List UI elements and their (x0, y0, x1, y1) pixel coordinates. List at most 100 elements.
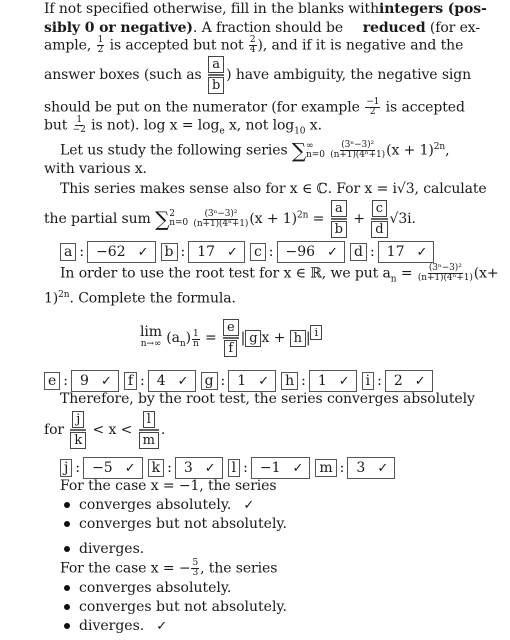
answer-field-b[interactable]: 17 ✓ (188, 241, 245, 263)
answers-row-efghi: e: 9 ✓ f: 4 ✓ g: 1 ✓ h: 1 ✓ i: 2 ✓ (44, 370, 435, 392)
bullet-icon (64, 604, 70, 610)
answer-field-h[interactable]: 1 ✓ (308, 370, 357, 392)
answer-field-k[interactable]: 3 ✓ (174, 457, 223, 479)
text: In order to use the root test for x ∈ ℝ,… (60, 265, 391, 282)
check-icon: ✓ (327, 244, 338, 260)
answer-fraction-jk: jk (70, 411, 87, 449)
denominator: −2 (72, 125, 86, 135)
answer-box-g: g (245, 330, 262, 347)
text: is accepted (385, 99, 465, 116)
check-icon: ✓ (243, 498, 255, 513)
case1-option-diverges[interactable]: diverges. (64, 540, 156, 559)
text: ), and if it is negative and the (257, 37, 464, 54)
root-test-line-1: In order to use the root test for x ∈ ℝ,… (60, 264, 499, 288)
answer-field-i[interactable]: 2 ✓ (384, 370, 433, 392)
answer-field-f[interactable]: 4 ✓ (147, 370, 196, 392)
answer-field-l[interactable]: −1 ✓ (250, 457, 311, 479)
answer-fraction-lm: lm (138, 411, 159, 449)
check-icon: ✓ (377, 460, 389, 476)
check-icon: ✓ (414, 373, 426, 389)
text: ) (185, 330, 191, 346)
series-term-fraction: (3ⁿ−3)² (n+1)(4ⁿ+1) (193, 208, 248, 229)
case1-option-converges-absolutely[interactable]: converges absolutely. ✓ (64, 496, 254, 515)
text: (a (166, 330, 180, 346)
case2-option-converges-conditionally[interactable]: converges but not absolutely. (64, 598, 299, 617)
sigma-symbol: ∑ (155, 207, 170, 231)
answer-label-m: m (315, 459, 337, 477)
answer-field-d[interactable]: 17 ✓ (377, 241, 435, 263)
fraction-bar (222, 337, 239, 339)
text: 1) (44, 290, 59, 307)
text: is not). log x = log (91, 117, 220, 134)
answer-box-f: f (224, 340, 238, 357)
answers-row-abcd: a: −62 ✓ b: 17 ✓ c: −96 ✓ d: 17 ✓ (60, 241, 436, 263)
case2-option-diverges[interactable]: diverges. ✓ (64, 617, 167, 636)
answer-value: 4 (156, 373, 166, 389)
answer-field-c[interactable]: −96 ✓ (276, 241, 345, 263)
bold-text: sibly 0 or negative) (44, 20, 193, 36)
power-fraction: 1n (191, 330, 200, 350)
case2-option-converges-absolutely[interactable]: converges absolutely. (64, 579, 243, 598)
check-icon: ✓ (292, 460, 304, 476)
text: x + (261, 330, 286, 346)
answer-field-m[interactable]: 3 ✓ (347, 457, 396, 479)
answer-label-a: a (60, 243, 77, 261)
text: For the case x = − (60, 560, 191, 577)
answer-value: −62 (96, 244, 126, 260)
option-label: converges absolutely. (79, 497, 232, 513)
text: the partial sum (44, 211, 151, 227)
text: , (445, 142, 450, 159)
exponent: 2n (433, 142, 446, 152)
text: . Complete the formula. (69, 290, 236, 307)
answer-label-k: k (147, 459, 165, 477)
answer-box-e: e (222, 319, 239, 336)
text: (x+ (473, 265, 499, 282)
fraction-example: 24 (248, 36, 257, 55)
check-icon: ✓ (258, 373, 270, 389)
denominator: (n+1)(4ⁿ+1) (417, 273, 473, 283)
text: . A fraction should be (192, 20, 344, 36)
answer-box-b: b (330, 221, 347, 238)
answer-fraction-ef: ef (222, 319, 239, 357)
series-term-fraction: (3ⁿ−3)² (n+1)(4ⁿ+1) (418, 264, 473, 283)
text: but (44, 117, 68, 134)
check-icon: ✓ (156, 619, 168, 634)
fraction-bar (371, 218, 388, 220)
sum-limits: ∞ n=0 (306, 141, 325, 160)
answer-label-i: i (361, 372, 375, 390)
check-icon: ✓ (204, 460, 216, 476)
text: (for ex- (429, 20, 480, 36)
answer-field-a[interactable]: −62 ✓ (87, 241, 156, 263)
case1-heading: For the case x = −1, the series (60, 478, 277, 494)
check-icon: ✓ (124, 460, 136, 476)
lim-text: lim (140, 324, 162, 340)
lim-subscript: n→∞ (140, 339, 162, 349)
answer-field-e[interactable]: 9 ✓ (71, 370, 119, 392)
example-answer-fraction: ab (207, 56, 225, 94)
answer-value: −96 (285, 244, 316, 260)
text: x. (309, 117, 322, 134)
answer-box-i: i (310, 325, 322, 341)
text: = (400, 265, 413, 282)
answer-field-g[interactable]: 1 ✓ (228, 370, 277, 392)
answer-box-label: a (208, 56, 224, 73)
exponent: 2n (58, 290, 70, 300)
denominator: (n+1)(4ⁿ+1) (330, 150, 386, 161)
text: is accepted but not (109, 37, 244, 54)
instructions-line-1: If not specified otherwise, fill in the … (44, 0, 487, 18)
text: + (353, 211, 365, 227)
answer-box-h: h (289, 330, 306, 347)
instructions-line-3: ample, 12 is accepted but not 2 4), and i… (44, 36, 480, 55)
fraction-bar (207, 74, 225, 76)
fraction-example: 1 −2 (73, 116, 86, 135)
case1-option-converges-conditionally[interactable]: converges but not absolutely. (64, 515, 299, 534)
text: = (204, 330, 217, 346)
numerator: (3ⁿ−3)² (203, 208, 239, 220)
denominator: n (192, 339, 199, 350)
sum-limits: 2 n=0 (169, 210, 188, 228)
answer-value: 2 (393, 373, 403, 389)
answer-fraction-ab: ab (330, 200, 347, 238)
answer-field-j[interactable]: −5 ✓ (83, 457, 143, 479)
fraction-bar (70, 429, 87, 431)
answer-box-a: a (330, 200, 347, 217)
